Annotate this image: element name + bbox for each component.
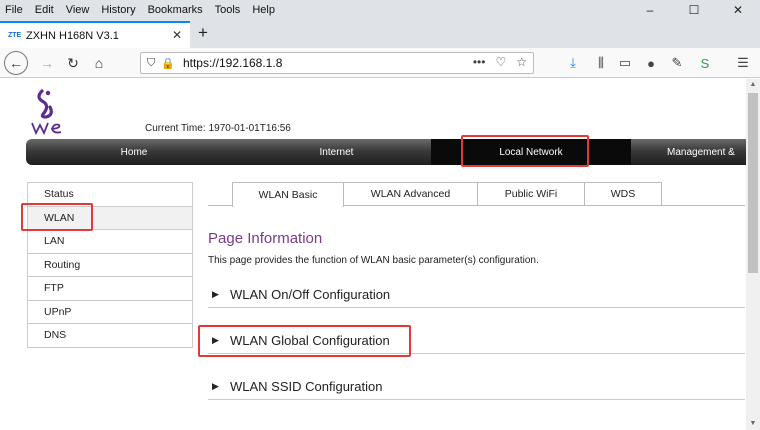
scroll-up-icon[interactable]: ▲ (746, 79, 760, 91)
section-label: WLAN On/Off Configuration (230, 287, 391, 302)
highlight-wlan-global (198, 325, 411, 357)
page-actions-icon[interactable]: ••• (473, 55, 486, 69)
section-wlan-onoff[interactable]: ▶ WLAN On/Off Configuration (208, 282, 745, 308)
current-time-value: 1970-01-01T16:56 (208, 123, 291, 134)
menu-view[interactable]: View (60, 4, 96, 16)
url-text[interactable]: https://192.168.1.8 (183, 56, 282, 70)
menu-history[interactable]: History (95, 4, 141, 16)
section-wlan-ssid[interactable]: ▶ WLAN SSID Configuration (208, 374, 745, 400)
zte-favicon-icon: ZTE (8, 32, 22, 39)
tab-wlan-advanced[interactable]: WLAN Advanced (344, 182, 478, 206)
menu-file[interactable]: File (0, 4, 29, 16)
sidebar-toggle-icon[interactable]: ▭ (614, 52, 636, 74)
sidebar-item-dns[interactable]: DNS (28, 323, 192, 347)
highlight-wlan (21, 203, 93, 231)
current-time-label: Current Time: (145, 123, 206, 134)
highlight-local-network (461, 135, 589, 167)
tab-strip: ZTE ZXHN H168N V3.1 ✕ + (0, 20, 760, 48)
reload-button[interactable]: ↻ (62, 52, 84, 74)
menu-help[interactable]: Help (246, 4, 281, 16)
sidebar-item-ftp[interactable]: FTP (28, 276, 192, 300)
tab-wlan-basic[interactable]: WLAN Basic (232, 182, 344, 207)
nav-home[interactable]: Home (26, 139, 242, 165)
page-information-title: Page Information (208, 230, 323, 247)
browser-tab[interactable]: ZTE ZXHN H168N V3.1 ✕ (0, 21, 190, 48)
eyedropper-icon[interactable]: ✎ (666, 52, 688, 74)
page-description: This page provides the function of WLAN … (208, 255, 539, 266)
we-logo (31, 89, 62, 135)
sidebar-item-lan[interactable]: LAN (28, 229, 192, 253)
section-label: WLAN SSID Configuration (230, 379, 383, 394)
tab-title: ZXHN H168N V3.1 (26, 29, 119, 42)
pocket-icon[interactable]: ♡ (495, 55, 506, 69)
main-navigation: Home Internet Local Network Management & (26, 139, 746, 165)
library-icon[interactable]: ⫼ (590, 52, 612, 74)
menu-edit[interactable]: Edit (29, 4, 60, 16)
nav-management[interactable]: Management & (631, 139, 746, 165)
maximize-button[interactable]: ☐ (672, 0, 716, 20)
tab-public-wifi[interactable]: Public WiFi (478, 182, 585, 206)
sidebar-item-upnp[interactable]: UPnP (28, 299, 192, 324)
menu-bar: File Edit View History Bookmarks Tools H… (0, 0, 760, 20)
sidebar-item-routing[interactable]: Routing (28, 252, 192, 277)
menu-tools[interactable]: Tools (209, 4, 247, 16)
new-tab-button[interactable]: + (198, 23, 208, 43)
vertical-scrollbar[interactable]: ▲ ▼ (746, 79, 760, 430)
bookmark-star-icon[interactable]: ☆ (516, 55, 527, 69)
wlan-tabs: WLAN Basic WLAN Advanced Public WiFi WDS (232, 182, 662, 207)
window-controls: – ☐ ✕ (628, 0, 760, 20)
home-button[interactable]: ⌂ (88, 52, 110, 74)
menu-bookmarks[interactable]: Bookmarks (142, 4, 209, 16)
expand-triangle-icon: ▶ (212, 289, 219, 299)
close-window-button[interactable]: ✕ (716, 0, 760, 20)
hamburger-menu-icon[interactable]: ☰ (732, 52, 754, 74)
navigation-bar: ← → ↻ ⌂ ⛉ 🔒 https://192.168.1.8 ••• ♡ ☆ … (0, 48, 760, 78)
nav-internet[interactable]: Internet (242, 139, 431, 165)
tab-close-icon[interactable]: ✕ (172, 28, 182, 42)
url-bar[interactable]: ⛉ 🔒 https://192.168.1.8 ••• ♡ ☆ (140, 52, 534, 74)
scroll-thumb[interactable] (748, 93, 758, 273)
lock-warning-icon[interactable]: 🔒 (161, 57, 175, 70)
download-icon[interactable]: ⤓ (562, 52, 584, 74)
current-time: Current Time: 1970-01-01T16:56 (145, 123, 291, 134)
scroll-down-icon[interactable]: ▼ (746, 418, 760, 430)
extension-icon[interactable]: S (694, 52, 716, 74)
back-button[interactable]: ← (4, 51, 28, 75)
page-viewport: Current Time: 1970-01-01T16:56 Home Inter… (0, 79, 746, 430)
minimize-button[interactable]: – (628, 0, 672, 20)
account-icon[interactable]: ● (640, 52, 662, 74)
shield-icon[interactable]: ⛉ (147, 57, 155, 70)
forward-button[interactable]: → (36, 52, 58, 74)
sidebar-item-status[interactable]: Status (28, 182, 192, 206)
expand-triangle-icon: ▶ (212, 381, 219, 391)
tab-wds[interactable]: WDS (585, 182, 662, 206)
